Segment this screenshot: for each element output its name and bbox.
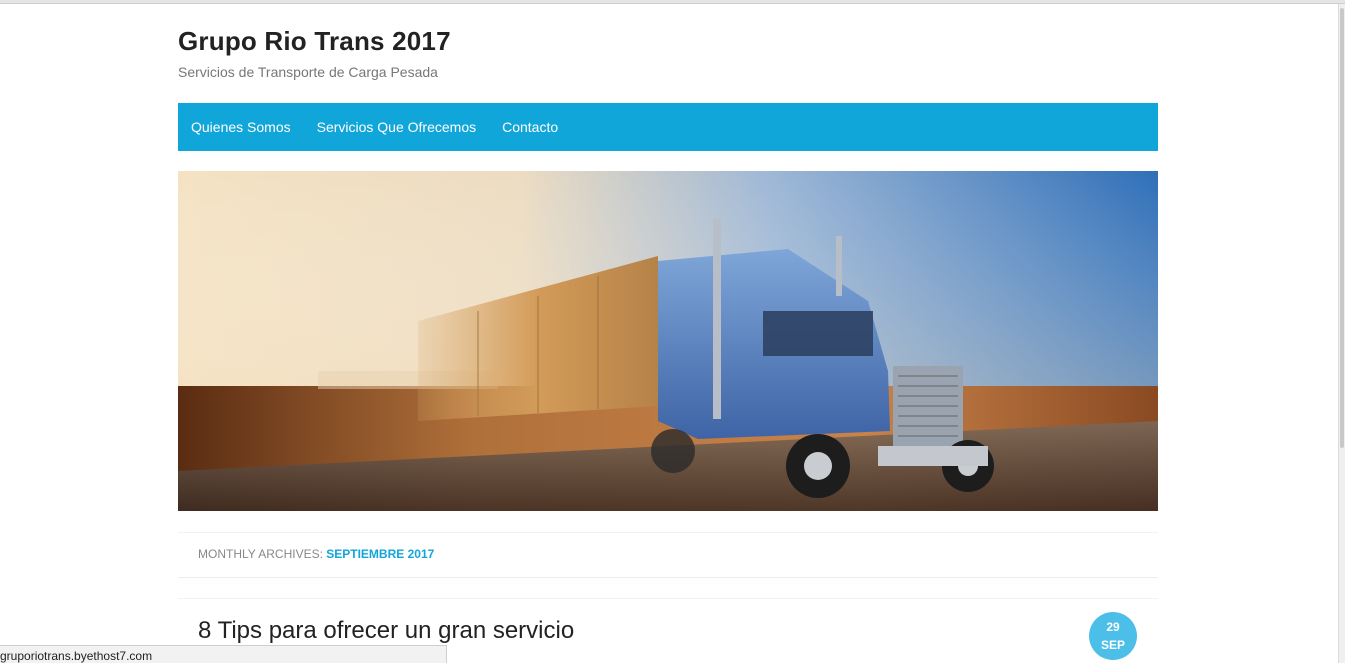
archive-header: MONTHLY ARCHIVES: SEPTIEMBRE 2017 (178, 532, 1158, 578)
nav-item-servicios[interactable]: Servicios Que Ofrecemos (304, 119, 490, 135)
post-title[interactable]: 8 Tips para ofrecer un gran servicio (198, 617, 574, 645)
nav-item-quienes-somos[interactable]: Quienes Somos (178, 119, 304, 135)
nav-item-contacto[interactable]: Contacto (489, 119, 571, 135)
site-title[interactable]: Grupo Rio Trans 2017 (178, 26, 451, 57)
archive-title: MONTHLY ARCHIVES: SEPTIEMBRE 2017 (198, 547, 434, 561)
archive-prefix: MONTHLY ARCHIVES: (198, 547, 327, 561)
status-url: gruporiotrans.byethost7.com (0, 649, 153, 663)
browser-status-bar: gruporiotrans.byethost7.com (0, 645, 447, 663)
post-date-badge: 29 SEP (1089, 612, 1137, 660)
post-date-day: 29 (1106, 620, 1120, 634)
post-date-month: SEP (1100, 638, 1125, 652)
scrollbar-thumb[interactable] (1340, 8, 1344, 448)
header-image-truck (178, 171, 1158, 511)
main-navigation: Quienes Somos Servicios Que Ofrecemos Co… (178, 103, 1158, 151)
site-description: Servicios de Transporte de Carga Pesada (178, 64, 438, 80)
archive-month: SEPTIEMBRE 2017 (326, 547, 435, 561)
